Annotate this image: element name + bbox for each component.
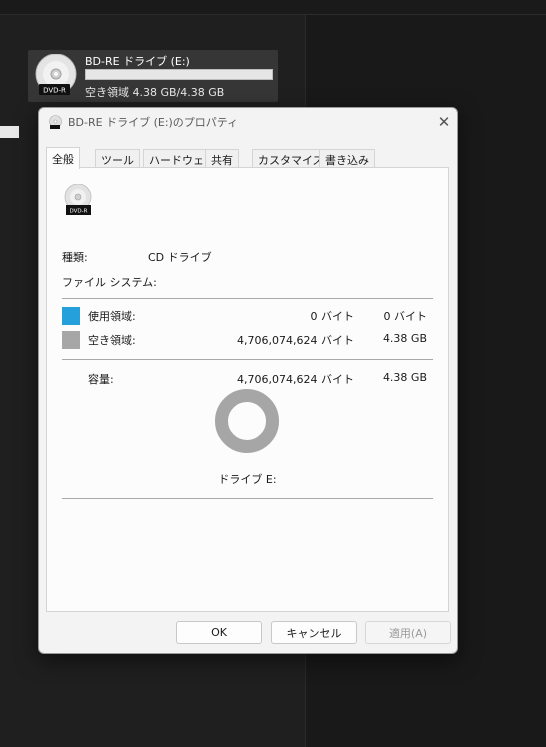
- tab-general[interactable]: 全般: [46, 147, 80, 169]
- used-space-swatch: [62, 307, 80, 325]
- drive-tile-e[interactable]: DVD-R BD-RE ドライブ (E:) 空き領域 4.38 GB/4.38 …: [28, 50, 278, 102]
- divider: [62, 298, 433, 299]
- type-label: 種類:: [62, 251, 88, 264]
- dvd-badge-text: DVD-R: [43, 87, 66, 95]
- capacity-bytes: 4,706,074,624 バイト: [237, 373, 354, 386]
- cancel-button[interactable]: キャンセル: [271, 621, 357, 644]
- general-tab-panel: DVD-R 種類: CD ドライブ ファイル システム: 使用領域: 0 バイト…: [46, 167, 449, 612]
- used-space-bytes: 0 バイト: [310, 310, 355, 323]
- filesystem-label: ファイル システム:: [62, 276, 157, 289]
- used-space-label: 使用領域:: [88, 310, 136, 323]
- close-button[interactable]: ✕: [431, 110, 457, 134]
- drive-free-space: 空き領域 4.38 GB/4.38 GB: [85, 86, 225, 99]
- tab-tools[interactable]: ツール: [95, 149, 140, 168]
- used-space-size: 0 バイト: [383, 310, 428, 323]
- tab-sharing[interactable]: 共有: [205, 149, 239, 168]
- close-icon: ✕: [437, 113, 451, 131]
- donut-free-ring: [215, 389, 279, 453]
- dvd-disc-icon: [49, 115, 62, 129]
- explorer-top-bar: [0, 0, 546, 15]
- dvd-badge-text: DVD-R: [70, 209, 88, 215]
- drive-letter-label: ドライブ E:: [218, 473, 277, 486]
- ok-button[interactable]: OK: [176, 621, 262, 644]
- drive-name: BD-RE ドライブ (E:): [85, 55, 190, 68]
- free-space-label: 空き領域:: [88, 334, 136, 347]
- capacity-size: 4.38 GB: [382, 371, 427, 384]
- usage-donut-chart: [215, 389, 279, 453]
- free-space-bytes: 4,706,074,624 バイト: [237, 334, 354, 347]
- partial-item: [0, 126, 19, 138]
- capacity-label: 容量:: [88, 373, 114, 386]
- divider: [62, 359, 433, 360]
- free-space-size: 4.38 GB: [382, 332, 427, 345]
- apply-button[interactable]: 適用(A): [365, 621, 451, 644]
- free-space-swatch: [62, 331, 80, 349]
- properties-dialog: BD-RE ドライブ (E:)のプロパティ ✕ 全般 ツール ハードウェア 共有…: [38, 107, 458, 654]
- dialog-title: BD-RE ドライブ (E:)のプロパティ: [68, 116, 239, 129]
- dvd-disc-icon: DVD-R: [35, 54, 77, 95]
- type-value: CD ドライブ: [148, 251, 212, 264]
- divider: [62, 498, 433, 499]
- dvd-drive-icon: DVD-R: [64, 184, 92, 215]
- drive-usage-bar: [85, 69, 273, 80]
- tab-recording[interactable]: 書き込み: [319, 149, 375, 168]
